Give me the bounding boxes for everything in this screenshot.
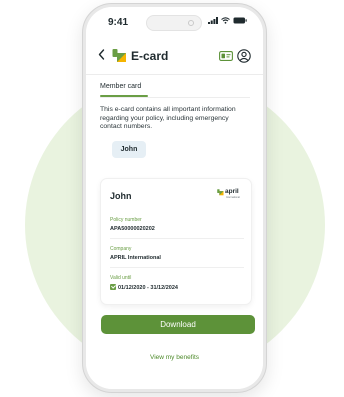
download-button[interactable]: Download xyxy=(101,315,255,334)
page-title: E-card xyxy=(131,49,169,63)
phone-screen: 9:41 E-card Member card This e-card cont… xyxy=(86,7,263,389)
app-header: E-card xyxy=(86,37,263,75)
user-circle-icon[interactable] xyxy=(237,49,251,63)
battery-icon xyxy=(233,17,247,24)
status-icons xyxy=(208,17,247,24)
tab-member-card[interactable]: Member card xyxy=(100,83,141,90)
valid-until-value: 01/12/2020 - 31/12/2024 xyxy=(118,285,178,291)
card-holder-name: John xyxy=(110,191,132,201)
id-card-icon[interactable] xyxy=(219,51,233,61)
description-text: This e-card contains all important infor… xyxy=(100,106,236,131)
main-content: Member card This e-card contains all imp… xyxy=(86,75,263,389)
member-chip[interactable]: John xyxy=(112,141,146,158)
field-divider xyxy=(110,267,244,268)
valid-until-row: 01/12/2020 - 31/12/2024 xyxy=(110,284,178,291)
policy-number-label: Policy number xyxy=(110,217,142,223)
camera-icon xyxy=(188,20,194,26)
april-logo-icon xyxy=(217,189,224,196)
e-card: John april International Policy number A… xyxy=(100,178,252,305)
brand-tagline: International xyxy=(226,196,240,199)
company-value: APRIL International xyxy=(110,255,161,261)
policy-number-value: APA50000020202 xyxy=(110,226,155,232)
company-label: Company xyxy=(110,246,132,252)
back-chevron-icon[interactable] xyxy=(98,49,105,60)
signal-icon xyxy=(208,17,218,24)
dynamic-island xyxy=(146,15,202,31)
field-divider xyxy=(110,238,244,239)
view-benefits-link[interactable]: View my benefits xyxy=(86,354,263,361)
status-bar: 9:41 xyxy=(86,7,263,37)
april-logo-icon xyxy=(112,49,126,62)
status-time: 9:41 xyxy=(108,17,129,28)
check-icon xyxy=(110,284,116,290)
brand-name: april xyxy=(225,188,239,195)
valid-until-label: Valid until xyxy=(110,275,132,281)
tabs-divider xyxy=(100,97,250,98)
wifi-icon xyxy=(221,17,230,24)
